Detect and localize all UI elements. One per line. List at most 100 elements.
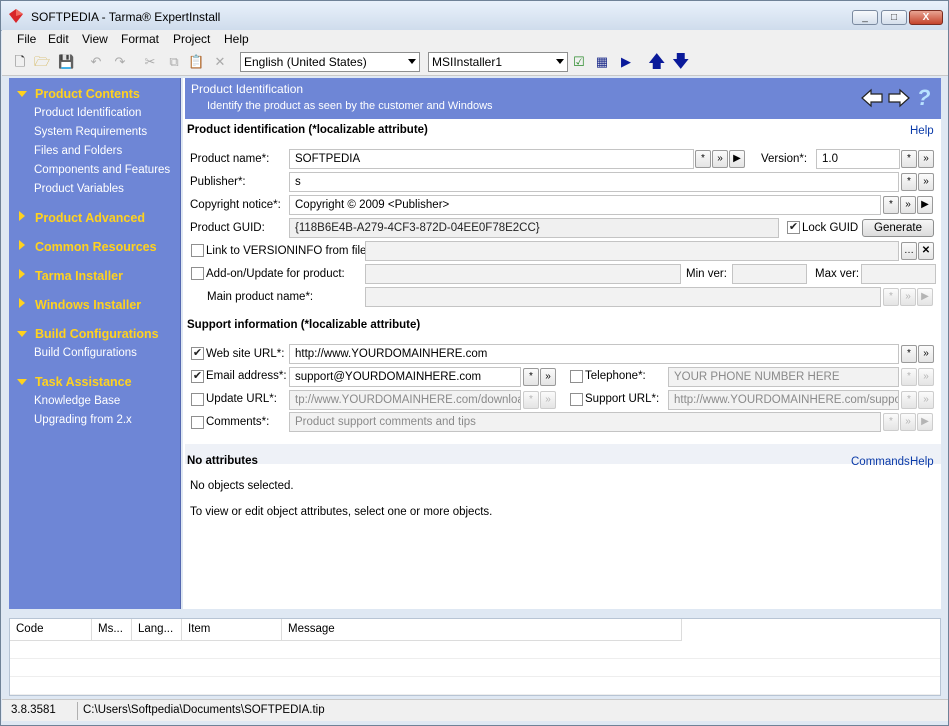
menu-help[interactable]: Help xyxy=(224,32,249,46)
column-header-lang[interactable]: Lang... xyxy=(132,619,182,641)
menu-file[interactable]: File xyxy=(17,32,36,46)
nav-item-system-requirements[interactable]: System Requirements xyxy=(34,126,147,138)
localize-button[interactable]: * xyxy=(883,413,899,431)
maximize-button[interactable]: □ xyxy=(881,10,907,25)
expand-button[interactable]: » xyxy=(918,345,934,363)
menu-view[interactable]: View xyxy=(82,32,108,46)
nav-item-files-and-folders[interactable]: Files and Folders xyxy=(34,145,122,157)
nav-item-knowledge-base[interactable]: Knowledge Base xyxy=(34,395,120,407)
support-url-input[interactable]: http://www.YOURDOMAINHERE.com/support xyxy=(668,390,899,410)
nav-group-product-contents[interactable]: Product Contents xyxy=(17,87,140,101)
nav-group-build-configurations[interactable]: Build Configurations xyxy=(17,327,159,341)
nav-group-common-resources[interactable]: Common Resources xyxy=(17,240,157,254)
open-folder-icon[interactable]: 🗁 xyxy=(34,54,50,70)
cut-icon[interactable]: ✂ xyxy=(142,54,158,70)
commands-link[interactable]: Commands xyxy=(851,456,910,468)
versioninfo-checkbox[interactable] xyxy=(191,244,204,257)
language-select[interactable]: English (United States) xyxy=(240,52,420,72)
addon-checkbox[interactable] xyxy=(191,267,204,280)
check-list-icon[interactable]: ☑ xyxy=(571,54,587,70)
localize-button[interactable]: * xyxy=(901,345,917,363)
product-name-input[interactable]: SOFTPEDIA xyxy=(289,149,694,169)
addon-product-input[interactable] xyxy=(365,264,681,284)
expand-button[interactable]: » xyxy=(712,150,728,168)
telephone-input[interactable]: YOUR PHONE NUMBER HERE xyxy=(668,367,899,387)
update-url-checkbox[interactable] xyxy=(191,393,204,406)
forward-arrow-icon[interactable] xyxy=(888,88,910,108)
localize-button[interactable]: * xyxy=(901,391,917,409)
telephone-checkbox[interactable] xyxy=(570,370,583,383)
column-header-message[interactable]: Message xyxy=(282,619,682,641)
max-ver-input[interactable] xyxy=(861,264,936,284)
copyright-input[interactable]: Copyright © 2009 <Publisher> xyxy=(289,195,881,215)
more-button[interactable]: ▶ xyxy=(917,196,933,214)
copy-icon[interactable]: ⧉ xyxy=(166,54,182,70)
comments-input[interactable]: Product support comments and tips xyxy=(289,412,881,432)
run-play-icon[interactable]: ▶ xyxy=(618,54,634,70)
more-button[interactable]: ▶ xyxy=(917,413,933,431)
expand-button[interactable]: » xyxy=(900,413,916,431)
back-arrow-icon[interactable] xyxy=(861,88,883,108)
paste-icon[interactable]: 📋 xyxy=(188,54,204,70)
save-icon[interactable]: 💾 xyxy=(58,54,74,70)
installer-select[interactable]: MSIInstaller1 xyxy=(428,52,568,72)
undo-icon[interactable]: ↶ xyxy=(88,54,104,70)
localize-button[interactable]: * xyxy=(901,368,917,386)
expand-button[interactable]: » xyxy=(900,196,916,214)
generate-button[interactable]: Generate xyxy=(862,219,934,237)
nav-item-product-variables[interactable]: Product Variables xyxy=(34,183,124,195)
build-grid-icon[interactable]: ▦ xyxy=(594,54,610,70)
column-header-code[interactable]: Code xyxy=(10,619,92,641)
publisher-input[interactable]: s xyxy=(289,172,899,192)
move-up-icon[interactable]: 🡅 xyxy=(648,53,665,70)
update-url-input[interactable]: tp://www.YOURDOMAINHERE.com/download xyxy=(289,390,521,410)
menu-format[interactable]: Format xyxy=(121,32,159,46)
column-header-item[interactable]: Item xyxy=(182,619,282,641)
nav-item-upgrading[interactable]: Upgrading from 2.x xyxy=(34,414,132,426)
version-input[interactable]: 1.0 xyxy=(816,149,900,169)
delete-icon[interactable]: ✕ xyxy=(212,54,228,70)
localize-button[interactable]: * xyxy=(523,391,539,409)
attributes-help-link[interactable]: Help xyxy=(910,456,934,468)
email-checkbox[interactable]: ✔ xyxy=(191,370,204,383)
localize-button[interactable]: * xyxy=(883,196,899,214)
comments-checkbox[interactable] xyxy=(191,416,204,429)
new-file-icon[interactable]: 🗋 xyxy=(12,54,28,70)
expand-button[interactable]: » xyxy=(918,368,934,386)
expand-button[interactable]: » xyxy=(918,391,934,409)
main-product-input[interactable] xyxy=(365,287,881,307)
nav-group-windows-installer[interactable]: Windows Installer xyxy=(17,298,141,312)
redo-icon[interactable]: ↷ xyxy=(112,54,128,70)
more-button[interactable]: ▶ xyxy=(917,288,933,306)
website-checkbox[interactable]: ✔ xyxy=(191,347,204,360)
expand-button[interactable]: » xyxy=(540,368,556,386)
column-header-ms[interactable]: Ms... xyxy=(92,619,132,641)
expand-button[interactable]: » xyxy=(918,150,934,168)
expand-button[interactable]: » xyxy=(918,173,934,191)
menu-edit[interactable]: Edit xyxy=(48,32,69,46)
more-button[interactable]: ▶ xyxy=(729,150,745,168)
localize-button[interactable]: * xyxy=(901,150,917,168)
nav-group-task-assistance[interactable]: Task Assistance xyxy=(17,375,132,389)
nav-group-tarma-installer[interactable]: Tarma Installer xyxy=(17,269,123,283)
expand-button[interactable]: » xyxy=(900,288,916,306)
localize-button[interactable]: * xyxy=(695,150,711,168)
menu-project[interactable]: Project xyxy=(173,32,210,46)
support-url-checkbox[interactable] xyxy=(570,393,583,406)
close-button[interactable]: X xyxy=(909,10,943,25)
localize-button[interactable]: * xyxy=(523,368,539,386)
email-input[interactable]: support@YOURDOMAINHERE.com xyxy=(289,367,521,387)
minimize-button[interactable]: _ xyxy=(852,10,878,25)
min-ver-input[interactable] xyxy=(732,264,807,284)
versioninfo-input[interactable] xyxy=(365,241,899,261)
nav-item-build-configurations[interactable]: Build Configurations xyxy=(34,347,137,359)
browse-button[interactable]: … xyxy=(901,242,917,260)
help-link[interactable]: Help xyxy=(910,125,934,137)
localize-button[interactable]: * xyxy=(883,288,899,306)
lock-guid-checkbox[interactable]: ✔ xyxy=(787,221,800,234)
nav-item-components-and-features[interactable]: Components and Features xyxy=(34,164,170,176)
help-question-icon[interactable]: ? xyxy=(917,85,930,111)
expand-button[interactable]: » xyxy=(540,391,556,409)
nav-group-product-advanced[interactable]: Product Advanced xyxy=(17,211,145,225)
website-input[interactable]: http://www.YOURDOMAINHERE.com xyxy=(289,344,899,364)
